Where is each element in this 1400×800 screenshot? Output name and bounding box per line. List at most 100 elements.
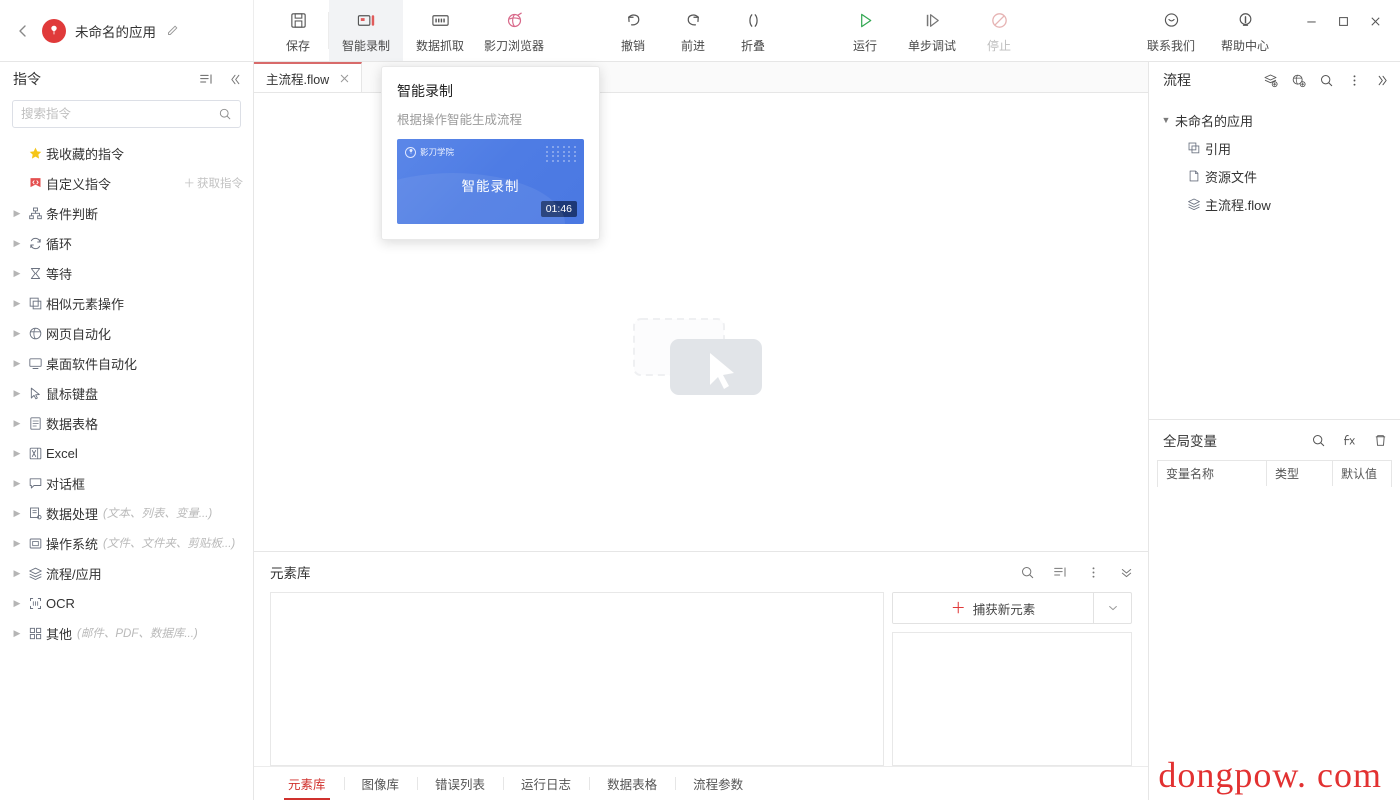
tree-node-app[interactable]: ▼ 未命名的应用: [1149, 106, 1400, 134]
sidebar-item-loop[interactable]: ▶ 循环: [0, 228, 253, 258]
sidebar-item-mouse-keyboard[interactable]: ▶ 鼠标键盘: [0, 378, 253, 408]
redo-button[interactable]: 前进: [663, 0, 723, 61]
tab-flow-params[interactable]: 流程参数: [675, 767, 761, 800]
search-icon[interactable]: [1020, 565, 1035, 580]
browser-button[interactable]: 影刀浏览器: [477, 0, 551, 61]
tab-image-library[interactable]: 图像库: [343, 767, 418, 800]
search-input[interactable]: [21, 107, 218, 121]
tool-label: 前进: [680, 38, 705, 53]
sidebar-item-dialog[interactable]: ▶ 对话框: [0, 468, 253, 498]
chevron-double-right-icon[interactable]: [1375, 73, 1390, 88]
delete-icon[interactable]: [1373, 433, 1388, 448]
chevron-right-icon[interactable]: ▶: [10, 298, 24, 309]
step-debug-button[interactable]: 单步调试: [895, 0, 969, 61]
tree-node-resource-file[interactable]: 资源文件: [1149, 162, 1400, 190]
chevron-right-icon[interactable]: ▶: [10, 328, 24, 339]
element-library-body: ＋ 捕获新元素: [254, 592, 1148, 766]
chevron-right-icon[interactable]: ▶: [10, 388, 24, 399]
search-icon[interactable]: [1311, 433, 1326, 448]
chevron-right-icon[interactable]: ▶: [10, 628, 24, 639]
add-app-icon[interactable]: [1291, 73, 1306, 88]
sidebar-item-wait[interactable]: ▶ 等待: [0, 258, 253, 288]
tree-node-reference[interactable]: 引用: [1149, 134, 1400, 162]
sidebar-item-datatable[interactable]: ▶ 数据表格: [0, 408, 253, 438]
element-list[interactable]: [270, 592, 884, 766]
undo-button[interactable]: 撤销: [603, 0, 663, 61]
sidebar-item-favorites[interactable]: 我收藏的指令: [0, 138, 253, 168]
run-button[interactable]: 运行: [835, 0, 895, 61]
tree-node-label: 未命名的应用: [1175, 113, 1254, 129]
sidebar-item-ocr[interactable]: ▶ OCR: [0, 588, 253, 618]
contact-us-button[interactable]: 联系我们: [1134, 0, 1208, 61]
chevron-right-icon[interactable]: ▶: [10, 418, 24, 429]
pencil-icon[interactable]: [165, 24, 179, 38]
os-icon: [24, 536, 46, 551]
tab-data-table[interactable]: 数据表格: [589, 767, 675, 800]
close-icon[interactable]: [339, 73, 350, 84]
sidebar-item-flow-app[interactable]: ▶ 流程/应用: [0, 558, 253, 588]
file-tab-main-flow[interactable]: 主流程.flow: [254, 62, 362, 92]
more-vertical-icon[interactable]: [1347, 73, 1362, 88]
chevron-right-icon[interactable]: ▶: [10, 448, 24, 459]
chevron-right-icon[interactable]: ▶: [10, 208, 24, 219]
sort-list-icon[interactable]: [199, 72, 214, 87]
back-icon[interactable]: [13, 21, 33, 41]
smart-record-button[interactable]: 智能录制: [329, 0, 403, 61]
app-window: 未命名的应用 保存 智能录制 数据抓取 影刀浏览器 撤销 前进 折叠 运行 单步…: [0, 0, 1400, 800]
chevron-right-icon[interactable]: ▶: [10, 508, 24, 519]
chevron-right-icon[interactable]: ▶: [10, 268, 24, 279]
sidebar-item-desktop-automation[interactable]: ▶ 桌面软件自动化: [0, 348, 253, 378]
get-instruction-link[interactable]: ＋ 获取指令: [184, 175, 244, 191]
save-button[interactable]: 保存: [268, 0, 328, 61]
chevron-right-icon[interactable]: ▶: [10, 238, 24, 249]
chevron-right-icon[interactable]: ▶: [10, 538, 24, 549]
add-flow-icon[interactable]: [1263, 73, 1278, 88]
chevron-down-icon[interactable]: [1093, 593, 1131, 623]
sidebar-item-label: 等待: [46, 266, 73, 282]
search-icon[interactable]: [1319, 73, 1334, 88]
chevron-double-down-icon[interactable]: [1119, 565, 1134, 580]
collapse-button[interactable]: 折叠: [723, 0, 783, 61]
double-chevron-left-icon[interactable]: [228, 72, 243, 87]
search-icon[interactable]: [218, 107, 232, 121]
sort-list-icon[interactable]: [1053, 565, 1068, 580]
file-tab-label: 主流程.flow: [266, 72, 330, 87]
sidebar-item-os[interactable]: ▶ 操作系统 (文件、文件夹、剪贴板...): [0, 528, 253, 558]
function-add-icon[interactable]: [1342, 433, 1357, 448]
more-vertical-icon[interactable]: [1086, 565, 1101, 580]
tab-run-log[interactable]: 运行日志: [503, 767, 589, 800]
data-capture-button[interactable]: 数据抓取: [403, 0, 477, 61]
sidebar-item-condition[interactable]: ▶ 条件判断: [0, 198, 253, 228]
tutorial-video-thumbnail[interactable]: 影刀学院 智能录制 01:46: [397, 139, 584, 224]
tab-element-library[interactable]: 元素库: [270, 767, 344, 800]
sidebar-item-label: 条件判断: [46, 206, 99, 222]
column-header-type: 类型: [1267, 461, 1333, 486]
sidebar-item-other[interactable]: ▶ 其他 (邮件、PDF、数据库...): [0, 618, 253, 648]
capture-new-element-button[interactable]: ＋ 捕获新元素: [893, 593, 1093, 623]
tab-error-list[interactable]: 错误列表: [417, 767, 503, 800]
chevron-right-icon[interactable]: ▶: [10, 358, 24, 369]
sidebar-item-label: 操作系统: [46, 536, 99, 552]
chevron-right-icon[interactable]: ▶: [10, 568, 24, 579]
plus-icon: ＋: [950, 599, 966, 617]
stop-button: 停止: [969, 0, 1029, 61]
maximize-button[interactable]: [1328, 8, 1358, 34]
sidebar-item-similar-elements[interactable]: ▶ 相似元素操作: [0, 288, 253, 318]
sidebar-item-excel[interactable]: ▶ Excel: [0, 438, 253, 468]
close-button[interactable]: [1360, 8, 1390, 34]
chevron-right-icon[interactable]: ▶: [10, 478, 24, 489]
tree-node-label: 主流程.flow: [1205, 197, 1271, 213]
search-instruction-box[interactable]: [12, 100, 241, 128]
sidebar-item-custom-commands[interactable]: 自定义指令 ＋ 获取指令: [0, 168, 253, 198]
chevron-down-icon[interactable]: ▼: [1157, 115, 1175, 125]
chevron-right-icon[interactable]: ▶: [10, 598, 24, 609]
sidebar-item-data-process[interactable]: ▶ 数据处理 (文本、列表、变量...): [0, 498, 253, 528]
tree-node-main-flow[interactable]: 主流程.flow: [1149, 190, 1400, 218]
minimize-button[interactable]: [1296, 8, 1326, 34]
sidebar-item-sublabel: (文件、文件夹、剪贴板...): [103, 538, 236, 550]
global-variables-table: 变量名称 类型 默认值: [1157, 460, 1392, 487]
data-process-icon: [24, 506, 46, 521]
sidebar-item-web-automation[interactable]: ▶ 网页自动化: [0, 318, 253, 348]
excel-icon: [24, 446, 46, 461]
help-center-button[interactable]: 帮助中心: [1208, 0, 1282, 61]
